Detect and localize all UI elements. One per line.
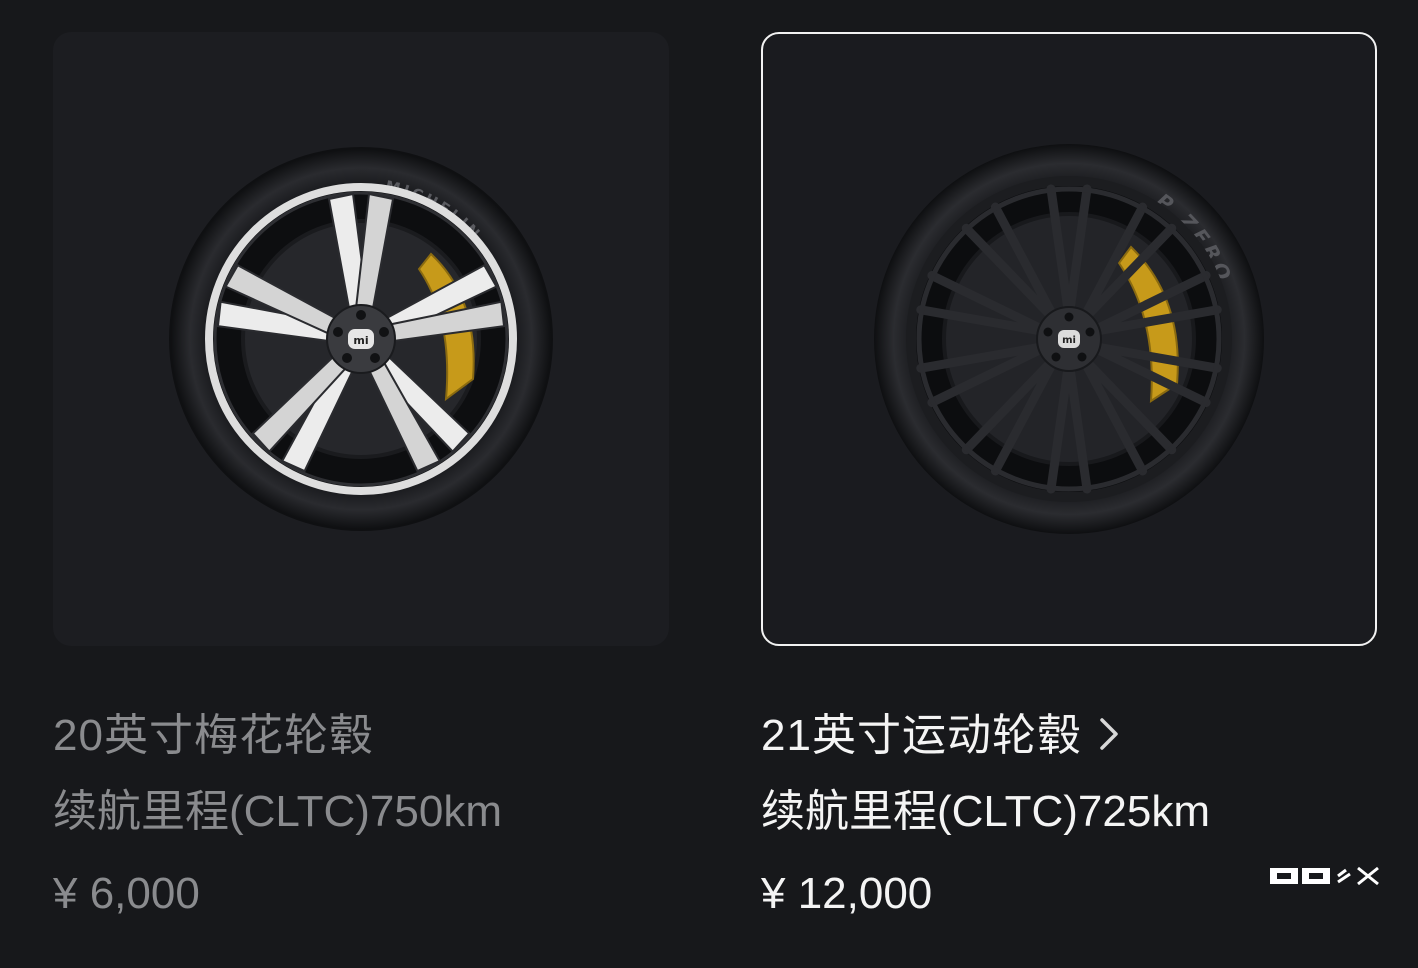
svg-text:mi: mi xyxy=(1062,335,1076,346)
wheel-option-title-selected[interactable]: 21英寸运动轮毂 xyxy=(761,700,1381,772)
wheel-selection-page: MICHELIN mi 20英寸梅花轮毂 续航里程(CLTC)750km ¥ 6… xyxy=(0,0,1418,968)
hub-logo-text: mi xyxy=(353,334,368,347)
wheel-option-info-21in: 21英寸运动轮毂 续航里程(CLTC)725km ¥ 12,000 xyxy=(761,700,1381,936)
wheel-option-range: 续航里程(CLTC)750km xyxy=(53,787,503,836)
wheel-21in-image: P ZERO mi xyxy=(874,144,1264,534)
wheel-option-range: 续航里程(CLTC)725km xyxy=(761,787,1211,836)
wheel-option-title: 20英寸梅花轮毂 xyxy=(53,711,374,760)
wheel-option-info-20in: 20英寸梅花轮毂 续航里程(CLTC)750km ¥ 6,000 xyxy=(53,700,673,936)
watermark-logo xyxy=(1270,866,1379,886)
wheel-option-title-text: 21英寸运动轮毂 xyxy=(761,711,1082,760)
wheel-option-card-21in[interactable]: P ZERO mi xyxy=(761,32,1377,646)
chevron-right-icon[interactable] xyxy=(1098,702,1120,774)
wheel-option-price: ¥ 6,000 xyxy=(53,869,200,918)
wheel-option-card-20in[interactable]: MICHELIN mi xyxy=(53,32,669,646)
wheel-20in-image: MICHELIN mi xyxy=(169,147,553,531)
